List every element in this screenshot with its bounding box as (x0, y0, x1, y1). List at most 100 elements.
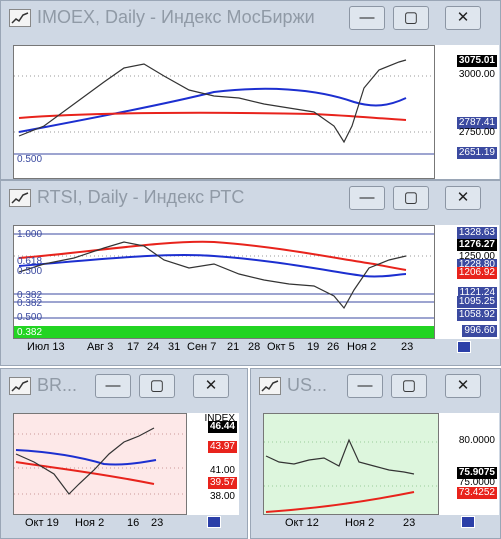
rtsi-level-1328: 1328.63 (456, 227, 497, 239)
imoex-tick-3000: 3000.00 (458, 69, 495, 80)
us-minimize-button[interactable]: — (347, 374, 383, 398)
time-label: 31 (168, 341, 181, 353)
imoex-window-title: IMOEX, Daily - Индекс МосБиржи (37, 7, 315, 27)
rtsi-maximize-button[interactable]: ▢ (393, 186, 429, 210)
br-price-red-a: 43.97 (207, 441, 237, 453)
us-plot-area[interactable] (263, 413, 439, 515)
br-price-current: 46.44 (207, 421, 237, 433)
br-window[interactable]: BR... — ▢ ✕ INDEX 46.44 43.97 41.00 39.5… (0, 368, 248, 539)
rtsi-level-1206: 1206.92 (456, 267, 497, 279)
us-price-red: 73.4252 (456, 487, 497, 499)
imoex-fib-label: 0.500 (17, 154, 43, 165)
us-titlebar[interactable]: US... — ▢ ✕ (251, 369, 500, 403)
br-plot-area[interactable] (13, 413, 187, 515)
rtsi-fib-label: 1.000 (17, 229, 43, 240)
time-label: Авг 3 (87, 341, 114, 353)
close-icon: ✕ (456, 9, 470, 26)
imoex-window[interactable]: IMOEX, Daily - Индекс МосБиржи — ▢ ✕ 0.5… (0, 0, 501, 180)
rtsi-fib-label: 0.500 (17, 266, 43, 277)
maximize-icon: ▢ (149, 377, 165, 394)
rtsi-chart (14, 233, 434, 338)
rtsi-titlebar[interactable]: RTSI, Daily - Индекс РТС — ▢ ✕ (1, 181, 500, 215)
rtsi-scroll-corner-button[interactable] (457, 341, 471, 353)
br-scroll-corner-button[interactable] (207, 516, 221, 528)
us-price-axis: 80.0000 75.9075 75.0000 73.4252 (439, 413, 499, 515)
maximize-icon: ▢ (403, 189, 419, 206)
imoex-titlebar[interactable]: IMOEX, Daily - Индекс МосБиржи — ▢ ✕ (1, 1, 500, 35)
time-label: Июл 13 (27, 341, 65, 353)
time-label: Окт 5 (267, 341, 295, 353)
maximize-icon: ▢ (401, 377, 417, 394)
minimize-icon: — (105, 377, 121, 394)
br-price-red-b: 39.57 (207, 477, 237, 489)
imoex-maximize-button[interactable]: ▢ (393, 6, 429, 30)
br-close-button[interactable]: ✕ (193, 374, 229, 398)
us-tick-80: 80.0000 (458, 435, 495, 446)
chart-app-icon (259, 377, 281, 395)
time-label: 21 (227, 341, 240, 353)
rtsi-minimize-button[interactable]: — (349, 186, 385, 210)
rtsi-window[interactable]: RTSI, Daily - Индекс РТС — ▢ ✕ 1.000 0.6… (0, 180, 501, 366)
imoex-close-button[interactable]: ✕ (445, 6, 481, 30)
imoex-price-axis: 3075.01 3000.00 2787.41 2750.00 2651.19 (435, 45, 499, 179)
close-icon: ✕ (456, 377, 470, 394)
time-label: Окт 19 (25, 517, 59, 529)
rtsi-price-current: 1276.27 (456, 239, 497, 251)
time-label: Окт 12 (285, 517, 319, 529)
rtsi-time-axis: Июл 13 Авг 3 17 24 31 Сен 7 21 28 Окт 5 … (13, 339, 435, 355)
time-label: 28 (248, 341, 261, 353)
chart-app-icon (9, 9, 31, 27)
us-close-button[interactable]: ✕ (445, 374, 481, 398)
close-icon: ✕ (456, 189, 470, 206)
imoex-price-current: 3075.01 (456, 55, 497, 67)
rtsi-close-button[interactable]: ✕ (445, 186, 481, 210)
imoex-minimize-button[interactable]: — (349, 6, 385, 30)
br-price-axis: INDEX 46.44 43.97 41.00 39.57 38.00 (187, 413, 239, 515)
minimize-icon: — (359, 9, 375, 26)
rtsi-price-axis: 1328.63 1276.27 1250.00 1228.80 1206.92 … (435, 225, 499, 339)
us-window-title: US... (287, 375, 328, 395)
br-window-title: BR... (37, 375, 78, 395)
imoex-price-level: 2651.19 (456, 147, 497, 159)
imoex-tick-2750: 2750.00 (458, 127, 495, 138)
time-label: Ноя 2 (75, 517, 105, 529)
time-label: Ноя 2 (347, 341, 377, 353)
rtsi-plot-area[interactable]: 1.000 0.618 0.500 0.382 0.382 0.500 0.38… (13, 225, 435, 339)
time-label: 19 (307, 341, 320, 353)
rtsi-fib-label: 0.382 (17, 298, 43, 309)
chart-app-icon (9, 377, 31, 395)
time-label: 17 (127, 341, 140, 353)
br-minimize-button[interactable]: — (95, 374, 131, 398)
rtsi-level-1095: 1095.25 (456, 296, 497, 308)
rtsi-level-996: 996.60 (462, 325, 497, 337)
time-label: 24 (147, 341, 160, 353)
br-titlebar[interactable]: BR... — ▢ ✕ (1, 369, 247, 403)
maximize-icon: ▢ (403, 9, 419, 26)
time-label: 23 (401, 341, 414, 353)
time-label: 23 (151, 517, 164, 529)
time-label: 23 (403, 517, 416, 529)
minimize-icon: — (359, 189, 375, 206)
imoex-plot-area[interactable]: 0.500 (13, 45, 435, 179)
imoex-chart (14, 59, 434, 155)
us-time-axis: Окт 12 Ноя 2 23 (263, 515, 439, 531)
br-maximize-button[interactable]: ▢ (139, 374, 175, 398)
br-tick-38: 38.00 (209, 491, 235, 502)
br-chart (14, 427, 186, 495)
rtsi-window-title: RTSI, Daily - Индекс РТС (37, 187, 245, 207)
us-scroll-corner-button[interactable] (461, 516, 475, 528)
rtsi-fib-label: 0.382 (17, 327, 43, 338)
time-label: 16 (127, 517, 140, 529)
time-label: Сен 7 (187, 341, 217, 353)
rtsi-level-1058: 1058.92 (456, 309, 497, 321)
br-time-axis: Окт 19 Ноя 2 16 23 (13, 515, 187, 531)
br-tick-41: 41.00 (209, 465, 235, 476)
time-label: 26 (327, 341, 340, 353)
us-window[interactable]: US... — ▢ ✕ 80.0000 75.9075 75.0000 73.4… (250, 368, 501, 539)
minimize-icon: — (357, 377, 373, 394)
us-maximize-button[interactable]: ▢ (391, 374, 427, 398)
rtsi-fib-label: 0.500 (17, 312, 43, 323)
chart-app-icon (9, 189, 31, 207)
close-icon: ✕ (204, 377, 218, 394)
us-chart (264, 438, 438, 513)
